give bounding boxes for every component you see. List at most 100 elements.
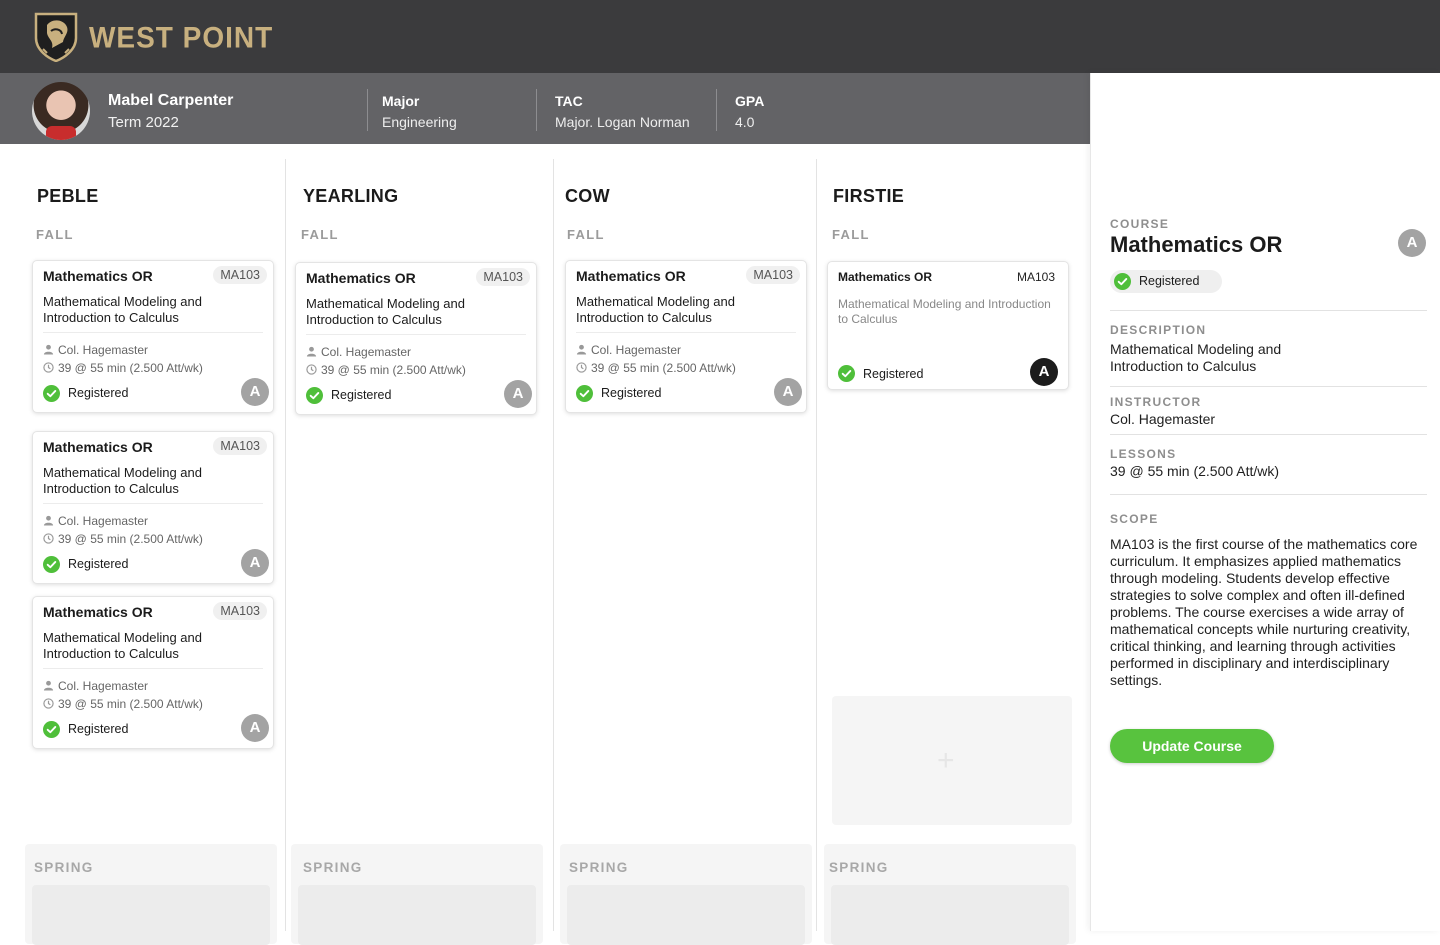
course-title: Mathematics OR: [306, 270, 416, 286]
course-card-selected[interactable]: Mathematics OR MA103 Mathematical Modeli…: [827, 261, 1069, 390]
clock-icon: [43, 698, 54, 709]
instructor-text: Col. Hagemaster: [58, 679, 149, 693]
course-lessons: 39 @ 55 min (2.500 Att/wk): [306, 363, 466, 377]
major-value: Engineering: [382, 114, 457, 130]
course-lessons: 39 @ 55 min (2.500 Att/wk): [43, 697, 203, 711]
course-code-badge: MA103: [213, 602, 267, 620]
lessons-text: 39 @ 55 min (2.500 Att/wk): [321, 363, 466, 377]
course-card[interactable]: Mathematics OR MA103 Mathematical Modeli…: [32, 596, 274, 749]
column-title-peble: PEBLE: [37, 186, 99, 206]
divider: [1110, 494, 1427, 495]
instructor-text: Col. Hagemaster: [591, 343, 682, 357]
update-course-button[interactable]: Update Course: [1110, 729, 1274, 763]
scope-text: MA103 is the first course of the mathema…: [1110, 536, 1418, 688]
status-text: Registered: [1139, 274, 1200, 288]
lessons-text: 39 @ 55 min (2.500 Att/wk): [58, 532, 203, 546]
course-placeholder: [567, 885, 805, 945]
west-point-shield-icon[interactable]: [34, 12, 78, 62]
column-title-firstie: FIRSTIE: [833, 186, 905, 206]
divider: [1110, 434, 1427, 435]
instructor-text: Col. Hagemaster: [321, 345, 412, 359]
divider: [306, 334, 526, 335]
spring-label: SPRING: [303, 860, 363, 875]
course-instructor: Col. Hagemaster: [306, 345, 411, 359]
spring-label: SPRING: [34, 860, 94, 875]
profile-bar: Mabel Carpenter Term 2022 Major Engineer…: [0, 73, 1090, 144]
clock-icon: [43, 533, 54, 544]
spring-label: SPRING: [829, 860, 889, 875]
divider: [43, 503, 263, 504]
description-text: Mathematical Modeling and Introduction t…: [1110, 341, 1282, 374]
column-divider: [553, 159, 554, 931]
lessons-text: 39 @ 55 min (2.500 Att/wk): [1110, 463, 1280, 479]
course-title: Mathematics OR: [43, 268, 153, 284]
person-icon: [306, 346, 317, 357]
column-divider: [285, 159, 286, 931]
description-label: DESCRIPTION: [1110, 323, 1207, 337]
grade-badge: A: [241, 549, 269, 577]
fall-label: FALL: [832, 227, 870, 242]
course-code-badge: MA103: [746, 266, 800, 284]
status-text: Registered: [863, 367, 924, 381]
course-instructor: Col. Hagemaster: [576, 343, 681, 357]
course-instructor: Col. Hagemaster: [43, 343, 148, 357]
course-card[interactable]: Mathematics OR MA103 Mathematical Modeli…: [565, 260, 807, 413]
divider: [716, 89, 717, 131]
course-placeholder: [298, 885, 536, 945]
spring-section[interactable]: SPRING: [25, 844, 277, 945]
grade-badge: A: [774, 378, 802, 406]
divider: [367, 89, 368, 131]
course-lessons: 39 @ 55 min (2.500 Att/wk): [43, 532, 203, 546]
course-label: COURSE: [1110, 217, 1170, 231]
check-circle-icon: [43, 385, 60, 402]
gpa-value: 4.0: [735, 114, 755, 130]
course-card[interactable]: Mathematics OR MA103 Mathematical Modeli…: [32, 260, 274, 413]
instructor-label: INSTRUCTOR: [1110, 395, 1202, 409]
course-code-badge: MA103: [213, 266, 267, 284]
lessons-text: 39 @ 55 min (2.500 Att/wk): [591, 361, 736, 375]
avatar[interactable]: [32, 82, 90, 140]
spring-section[interactable]: SPRING: [291, 844, 543, 945]
tac-label: TAC: [555, 93, 583, 109]
grade-badge: A: [504, 380, 532, 408]
cadet-term: Term 2022: [108, 114, 179, 131]
check-circle-icon: [306, 387, 323, 404]
spring-section[interactable]: SPRING: [824, 844, 1076, 945]
course-title: Mathematics OR: [576, 268, 686, 284]
status-text: Registered: [68, 557, 129, 571]
person-icon: [43, 344, 54, 355]
check-circle-icon: [1114, 273, 1131, 290]
top-bar: WEST POINT: [0, 0, 1440, 73]
plus-icon: +: [937, 744, 955, 777]
course-title: Mathematics OR: [838, 270, 933, 284]
column-title-cow: COW: [565, 186, 610, 206]
fall-label: FALL: [301, 227, 339, 242]
divider: [1110, 386, 1427, 387]
gpa-label: GPA: [735, 93, 765, 109]
logo-text[interactable]: WEST POINT: [89, 21, 273, 55]
clock-icon: [576, 362, 587, 373]
spring-section[interactable]: SPRING: [560, 844, 812, 945]
course-instructor: Col. Hagemaster: [43, 514, 148, 528]
instructor-text: Col. Hagemaster: [1110, 411, 1216, 427]
add-course-slot[interactable]: +: [832, 696, 1072, 825]
tac-value: Major. Logan Norman: [555, 114, 690, 130]
divider: [43, 668, 263, 669]
instructor-text: Col. Hagemaster: [58, 343, 149, 357]
course-card[interactable]: Mathematics OR MA103 Mathematical Modeli…: [295, 262, 537, 415]
course-card[interactable]: Mathematics OR MA103 Mathematical Modeli…: [32, 431, 274, 584]
column-title-yearling: YEARLING: [303, 186, 399, 206]
course-placeholder: [831, 885, 1069, 945]
divider: [43, 332, 263, 333]
check-circle-icon: [576, 385, 593, 402]
clock-icon: [306, 364, 317, 375]
fall-label: FALL: [567, 227, 605, 242]
check-circle-icon: [43, 721, 60, 738]
grade-badge: A: [1030, 358, 1058, 386]
check-circle-icon: [838, 365, 855, 382]
course-description: Mathematical Modeling and Introduction t…: [43, 294, 202, 325]
status-badge: Registered: [1110, 270, 1222, 293]
course-description: Mathematical Modeling and Introduction t…: [576, 294, 735, 325]
course-title: Mathematics OR: [43, 439, 153, 455]
lessons-text: 39 @ 55 min (2.500 Att/wk): [58, 361, 203, 375]
